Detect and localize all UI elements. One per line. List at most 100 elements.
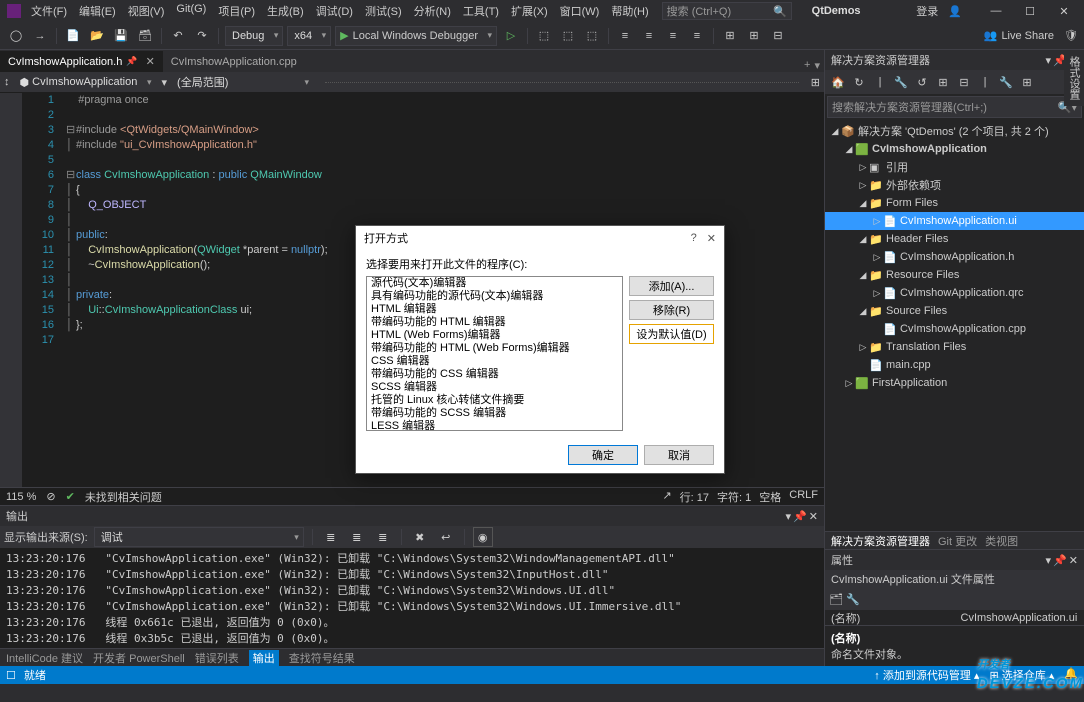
cat-icon[interactable]: 🗂 [829, 593, 843, 606]
indent-mode[interactable]: 空格 [759, 489, 781, 505]
menu-view[interactable]: 视图(V) [123, 1, 170, 21]
se-icon[interactable]: 🔧 [997, 73, 1015, 91]
issues-icon[interactable]: ⊘ [46, 490, 55, 503]
se-icon[interactable]: ↻ [850, 73, 868, 91]
btab-intellicode[interactable]: IntelliCode 建议 [6, 650, 83, 666]
account-icon[interactable]: 👤 [948, 5, 962, 18]
list-item[interactable]: 带编码功能的 SCSS 编辑器 [367, 407, 622, 420]
set-default-button[interactable]: 设为默认值(D) [629, 324, 714, 344]
tb-icon[interactable]: ⬚ [534, 26, 554, 46]
se-icon[interactable]: ⊞ [1018, 73, 1036, 91]
se-icon[interactable]: ↺ [913, 73, 931, 91]
menu-edit[interactable]: 编辑(E) [74, 1, 121, 21]
zoom-level[interactable]: 115 % [6, 491, 36, 503]
sort-icon[interactable]: 🔧 [846, 593, 860, 606]
side-tab-git[interactable]: Git 更改 [938, 533, 977, 549]
panel-pin-icon[interactable]: 📌 [1053, 554, 1067, 567]
open-icon[interactable]: 📂 [87, 26, 107, 46]
panel-close-icon[interactable]: ✕ [1069, 554, 1078, 567]
menu-extensions[interactable]: 扩展(X) [506, 1, 553, 21]
nav-back-icon[interactable]: ◯ [6, 26, 26, 46]
list-item[interactable]: 托管的 Linux 核心转储文件摘要 [367, 394, 622, 407]
line-ending[interactable]: CRLF [789, 489, 818, 505]
tree-header-files[interactable]: ◢📁Header Files [825, 230, 1084, 248]
list-item[interactable]: 带编码功能的 HTML (Web Forms)编辑器 [367, 342, 622, 355]
tb-icon[interactable]: ⬚ [558, 26, 578, 46]
tb-icon[interactable]: ≡ [687, 26, 707, 46]
out-icon[interactable]: ◉ [473, 527, 493, 547]
status-sourcecontrol[interactable]: ↑ 添加到源代码管理 ▴ [874, 667, 979, 683]
search-box[interactable]: 搜索 (Ctrl+Q) 🔍 [662, 2, 792, 20]
list-item[interactable]: HTML (Web Forms)编辑器 [367, 329, 622, 342]
btab-powershell[interactable]: 开发者 PowerShell [93, 650, 185, 666]
login-link[interactable]: 登录 [916, 3, 938, 19]
tab-active[interactable]: CvImshowApplication.h📌✕ [0, 51, 163, 72]
tab-overflow-icon[interactable]: ▾ [814, 59, 820, 72]
tb-icon[interactable]: ⊞ [744, 26, 764, 46]
window-close[interactable]: ✕ [1050, 5, 1078, 18]
solution-tree[interactable]: ◢📦解决方案 'QtDemos' (2 个项目, 共 2 个) ◢🟩CvImsh… [825, 120, 1084, 531]
tree-main[interactable]: 📄main.cpp [825, 356, 1084, 374]
undo-icon[interactable]: ↶ [168, 26, 188, 46]
output-source-combo[interactable]: 调试 [94, 527, 304, 547]
nav-dropdown-icon[interactable]: ↕ [4, 76, 10, 88]
status-icon[interactable]: ☐ [6, 669, 16, 682]
menu-build[interactable]: 生成(B) [262, 1, 309, 21]
save-all-icon[interactable]: 🗃 [135, 26, 155, 46]
menu-analyze[interactable]: 分析(N) [409, 1, 456, 21]
config-combo[interactable]: Debug [225, 26, 283, 46]
menu-help[interactable]: 帮助(H) [606, 1, 653, 21]
tree-translation[interactable]: ▷📁Translation Files [825, 338, 1084, 356]
panel-dropdown-icon[interactable]: ▾ [786, 510, 792, 523]
output-body[interactable]: 13:23:20:176 "CvImshowApplication.exe" (… [0, 548, 824, 648]
nav-scope[interactable]: ⬢ CvImshowApplication [16, 73, 156, 91]
nav-split-icon[interactable]: ⊞ [811, 76, 820, 89]
new-file-icon[interactable]: 📄 [63, 26, 83, 46]
menu-project[interactable]: 项目(P) [213, 1, 260, 21]
list-item[interactable]: 源代码(文本)编辑器 [367, 277, 622, 290]
menu-file[interactable]: 文件(F) [26, 1, 72, 21]
panel-close-icon[interactable]: ✕ [809, 510, 818, 523]
list-item[interactable]: HTML 编辑器 [367, 303, 622, 316]
live-share[interactable]: 👥Live Share🛡 [984, 29, 1078, 42]
btab-errorlist[interactable]: 错误列表 [195, 650, 239, 666]
btab-findsymbols[interactable]: 查找符号结果 [289, 650, 355, 666]
tree-h-file[interactable]: ▷📄CvImshowApplication.h [825, 248, 1084, 266]
list-item[interactable]: 具有编码功能的源代码(文本)编辑器 [367, 290, 622, 303]
pin-icon[interactable]: 📌 [126, 56, 137, 67]
tree-ui-file[interactable]: ▷📄CvImshowApplication.ui [825, 212, 1084, 230]
btab-output[interactable]: 输出 [249, 650, 279, 666]
redo-icon[interactable]: ↷ [192, 26, 212, 46]
format-vtab[interactable]: 格式设置 [1064, 50, 1084, 106]
project-node[interactable]: ◢🟩CvImshowApplication [825, 140, 1084, 158]
clear-icon[interactable]: ✖ [410, 527, 430, 547]
wrap-icon[interactable]: ↩ [436, 527, 456, 547]
project-selector[interactable]: QtDemos [812, 5, 861, 17]
menu-window[interactable]: 窗口(W) [555, 1, 605, 21]
solution-search[interactable]: 搜索解决方案资源管理器(Ctrl+;)🔍▾ [827, 96, 1082, 118]
side-tab-solution[interactable]: 解决方案资源管理器 [831, 533, 930, 549]
panel-dropdown-icon[interactable]: ▾ [1046, 554, 1052, 567]
cancel-button[interactable]: 取消 [644, 445, 714, 465]
properties-grid[interactable]: (名称) CvImshowApplication.ui [825, 610, 1084, 626]
tb-icon[interactable]: ≡ [615, 26, 635, 46]
tb-icon[interactable]: ⊟ [768, 26, 788, 46]
menu-debug[interactable]: 调试(D) [311, 1, 358, 21]
window-maximize[interactable]: ☐ [1016, 5, 1044, 18]
status-bell-icon[interactable]: 🔔 [1064, 667, 1078, 683]
issues-text[interactable]: 未找到相关问题 [85, 489, 162, 505]
nav-fwd-icon[interactable]: → [30, 26, 50, 46]
tree-form-files[interactable]: ◢📁Form Files [825, 194, 1084, 212]
program-list[interactable]: 源代码(文本)编辑器具有编码功能的源代码(文本)编辑器HTML 编辑器带编码功能… [366, 276, 623, 431]
run-button[interactable]: ▶Local Windows Debugger [335, 26, 497, 46]
tree-references[interactable]: ▷▣引用 [825, 158, 1084, 176]
tree-source-files[interactable]: ◢📁Source Files [825, 302, 1084, 320]
tree-qrc-file[interactable]: ▷📄CvImshowApplication.qrc [825, 284, 1084, 302]
out-icon[interactable]: ≣ [373, 527, 393, 547]
list-item[interactable]: CSS 编辑器 [367, 355, 622, 368]
tree-cpp-file[interactable]: 📄CvImshowApplication.cpp [825, 320, 1084, 338]
window-minimize[interactable]: — [982, 5, 1010, 18]
menu-git[interactable]: Git(G) [171, 1, 211, 21]
list-item[interactable]: 带编码功能的 CSS 编辑器 [367, 368, 622, 381]
tb-icon[interactable]: ≡ [663, 26, 683, 46]
